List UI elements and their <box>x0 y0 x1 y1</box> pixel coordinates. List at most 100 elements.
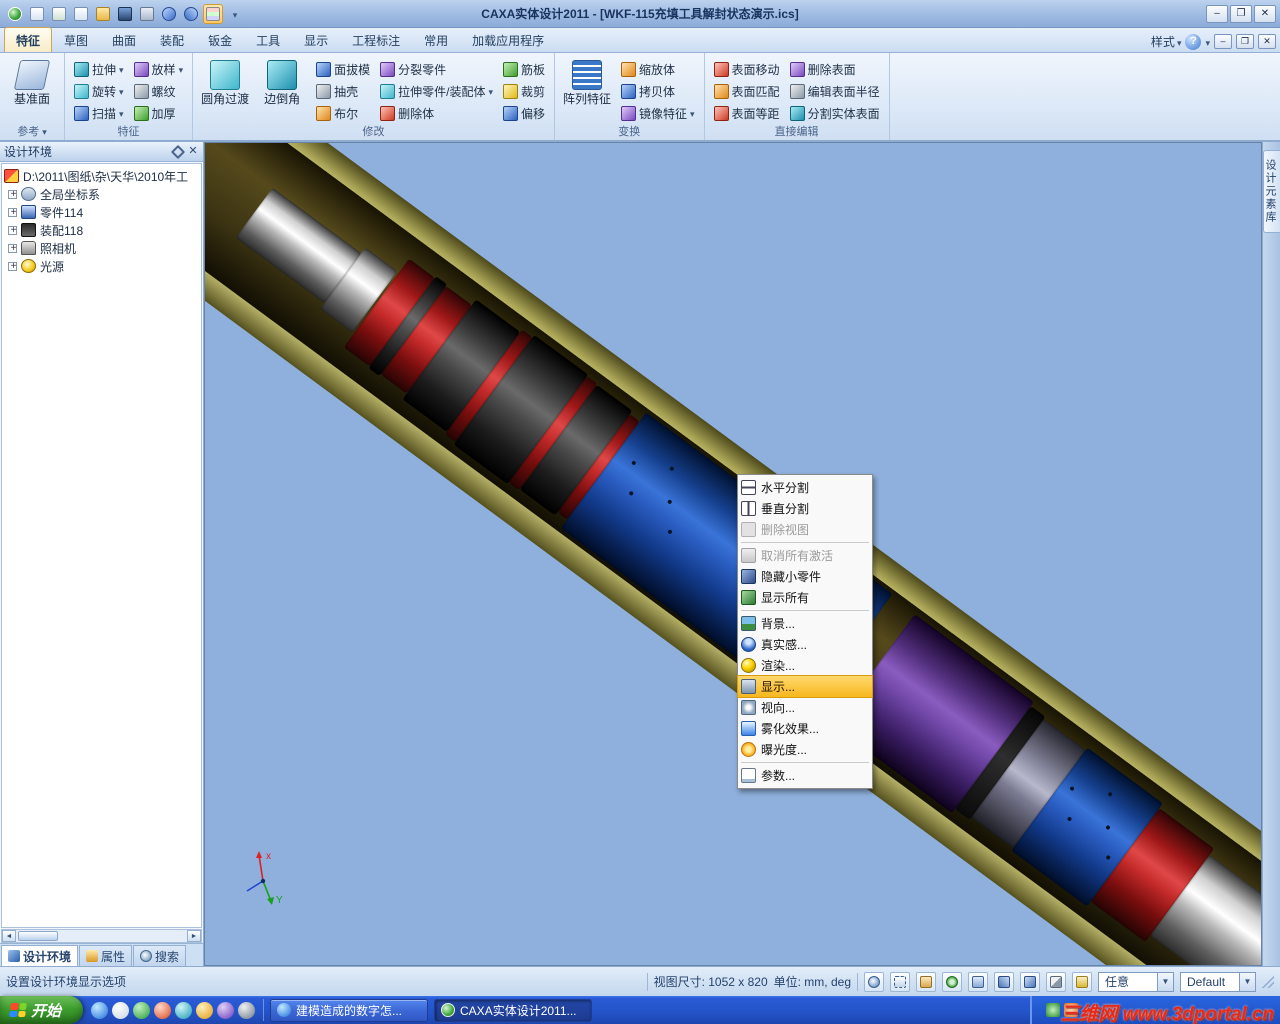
new-file-button[interactable] <box>27 4 47 24</box>
sweep-button[interactable]: 扫描 <box>70 102 128 124</box>
tree-item-light[interactable]: 光源 <box>4 257 199 275</box>
draft-button[interactable]: 面拔模 <box>312 58 374 80</box>
menu-item-parameters[interactable]: 参数... <box>738 765 872 786</box>
tree-item-camera[interactable]: 照相机 <box>4 239 199 257</box>
menu-item-render[interactable]: 渲染... <box>738 655 872 676</box>
zoom-window-button[interactable] <box>890 971 910 992</box>
menu-item-fog[interactable]: 雾化效果... <box>738 718 872 739</box>
save-button[interactable] <box>115 4 135 24</box>
loft-button[interactable]: 放样 <box>130 58 188 80</box>
move-surface-button[interactable]: 表面移动 <box>710 58 784 80</box>
minimize-button[interactable] <box>1206 4 1228 23</box>
tab-annotation[interactable]: 工程标注 <box>340 27 412 52</box>
extrude-button[interactable]: 拉伸 <box>70 58 128 80</box>
menu-item-view-direction[interactable]: 视向... <box>738 697 872 718</box>
menu-item-exposure[interactable]: 曝光度... <box>738 739 872 760</box>
quick-launch-icon[interactable] <box>112 1001 130 1019</box>
tree-item-coordinates[interactable]: 全局坐标系 <box>4 185 199 203</box>
edit-surface-radius-button[interactable]: 编辑表面半径 <box>786 80 884 102</box>
tree-item-root[interactable]: D:\2011\图纸\杂\天华\2010年工 <box>4 167 199 185</box>
task-button-browser[interactable]: 建模造成的数字怎... <box>270 998 429 1022</box>
split-solid-surface-button[interactable]: 分割实体表面 <box>786 102 884 124</box>
tree-item-assembly118[interactable]: 装配118 <box>4 221 199 239</box>
mirror-feature-button[interactable]: 镜像特征 <box>617 102 699 124</box>
match-surface-button[interactable]: 表面匹配 <box>710 80 784 102</box>
offset-button[interactable]: 偏移 <box>499 102 549 124</box>
document-minimize-button[interactable] <box>1214 34 1232 49</box>
tray-icon[interactable] <box>1046 1003 1060 1017</box>
revolve-button[interactable]: 旋转 <box>70 80 128 102</box>
zoom-all-button[interactable] <box>968 971 988 992</box>
tool-assembly-model[interactable] <box>205 143 1261 965</box>
previous-view-button[interactable] <box>994 971 1014 992</box>
quick-launch-icon[interactable] <box>196 1001 214 1019</box>
rotate-view-button[interactable] <box>942 971 962 992</box>
style-dropdown[interactable]: 样式 <box>1151 33 1182 50</box>
tab-addins[interactable]: 加载应用程序 <box>460 27 556 52</box>
thread-button[interactable]: 螺纹 <box>130 80 188 102</box>
tree-item-part114[interactable]: 零件114 <box>4 203 199 221</box>
quick-access-more-button[interactable] <box>225 4 245 24</box>
tab-common[interactable]: 常用 <box>412 27 460 52</box>
tab-feature[interactable]: 特征 <box>4 27 53 52</box>
next-view-button[interactable] <box>1020 971 1040 992</box>
print-button[interactable] <box>137 4 157 24</box>
expand-icon[interactable] <box>8 260 18 273</box>
trim-button[interactable]: 裁剪 <box>499 80 549 102</box>
close-button[interactable] <box>1254 4 1276 23</box>
horizontal-scrollbar[interactable]: ◄ ► <box>1 929 202 943</box>
stretch-part-button[interactable]: 拉伸零件/装配体 <box>376 80 497 102</box>
expand-icon[interactable] <box>8 188 18 201</box>
snap-mode-combobox[interactable]: 任意 <box>1098 971 1174 992</box>
undo-button[interactable] <box>159 4 179 24</box>
style-tool-button[interactable] <box>203 3 223 24</box>
menu-item-vertical-split[interactable]: 垂直分割 <box>738 498 872 519</box>
copy-body-button[interactable]: 拷贝体 <box>617 80 699 102</box>
help-button[interactable]: ? <box>1185 33 1202 50</box>
group-label-reference[interactable]: 参考 <box>0 123 64 139</box>
scale-body-button[interactable]: 缩放体 <box>617 58 699 80</box>
scroll-right-icon[interactable]: ► <box>187 930 201 942</box>
redo-button[interactable] <box>181 4 201 24</box>
quick-launch-icon[interactable] <box>175 1001 193 1019</box>
quick-launch-icon[interactable] <box>91 1001 109 1019</box>
panel-tab-design-env[interactable]: 设计环境 <box>1 945 79 966</box>
fillet-button[interactable]: 圆角过渡 <box>198 56 252 109</box>
split-part-button[interactable]: 分裂零件 <box>376 58 497 80</box>
scrollbar-thumb[interactable] <box>18 931 58 941</box>
import-button[interactable] <box>71 4 91 24</box>
menu-item-show-all[interactable]: 显示所有 <box>738 587 872 608</box>
tab-sketch[interactable]: 草图 <box>52 27 100 52</box>
task-button-caxa[interactable]: CAXA实体设计2011... <box>434 998 593 1022</box>
expand-icon[interactable] <box>8 206 18 219</box>
thicken-button[interactable]: 加厚 <box>130 102 188 124</box>
document-restore-button[interactable] <box>1236 34 1254 49</box>
menu-item-realism[interactable]: 真实感... <box>738 634 872 655</box>
offset-surface-button[interactable]: 表面等距 <box>710 102 784 124</box>
zoom-in-button[interactable] <box>864 971 884 992</box>
open-template-button[interactable] <box>49 4 69 24</box>
chamfer-button[interactable]: 边倒角 <box>255 56 309 109</box>
pattern-feature-button[interactable]: 阵列特征 <box>560 56 614 109</box>
quick-launch-icon[interactable] <box>217 1001 235 1019</box>
datum-plane-button[interactable]: 基准面 <box>5 56 59 109</box>
menu-item-hide-small-parts[interactable]: 隐藏小零件 <box>738 566 872 587</box>
scroll-left-icon[interactable]: ◄ <box>2 930 16 942</box>
boolean-button[interactable]: 布尔 <box>312 102 374 124</box>
shell-button[interactable]: 抽壳 <box>312 80 374 102</box>
tab-tools[interactable]: 工具 <box>244 27 292 52</box>
start-button[interactable]: 开始 <box>0 996 84 1024</box>
view-options-button[interactable] <box>1072 971 1092 992</box>
expand-icon[interactable] <box>8 242 18 255</box>
menu-item-background[interactable]: 背景... <box>738 613 872 634</box>
panel-tab-properties[interactable]: 属性 <box>79 945 133 966</box>
menu-item-horizontal-split[interactable]: 水平分割 <box>738 477 872 498</box>
maximize-button[interactable] <box>1230 4 1252 23</box>
tab-surface[interactable]: 曲面 <box>100 27 148 52</box>
quick-launch-icon[interactable] <box>154 1001 172 1019</box>
close-panel-icon[interactable] <box>187 146 199 158</box>
tab-assembly[interactable]: 装配 <box>148 27 196 52</box>
config-combobox[interactable]: Default <box>1180 971 1256 992</box>
tab-display[interactable]: 显示 <box>292 27 340 52</box>
menu-item-display[interactable]: 显示... <box>737 675 873 698</box>
